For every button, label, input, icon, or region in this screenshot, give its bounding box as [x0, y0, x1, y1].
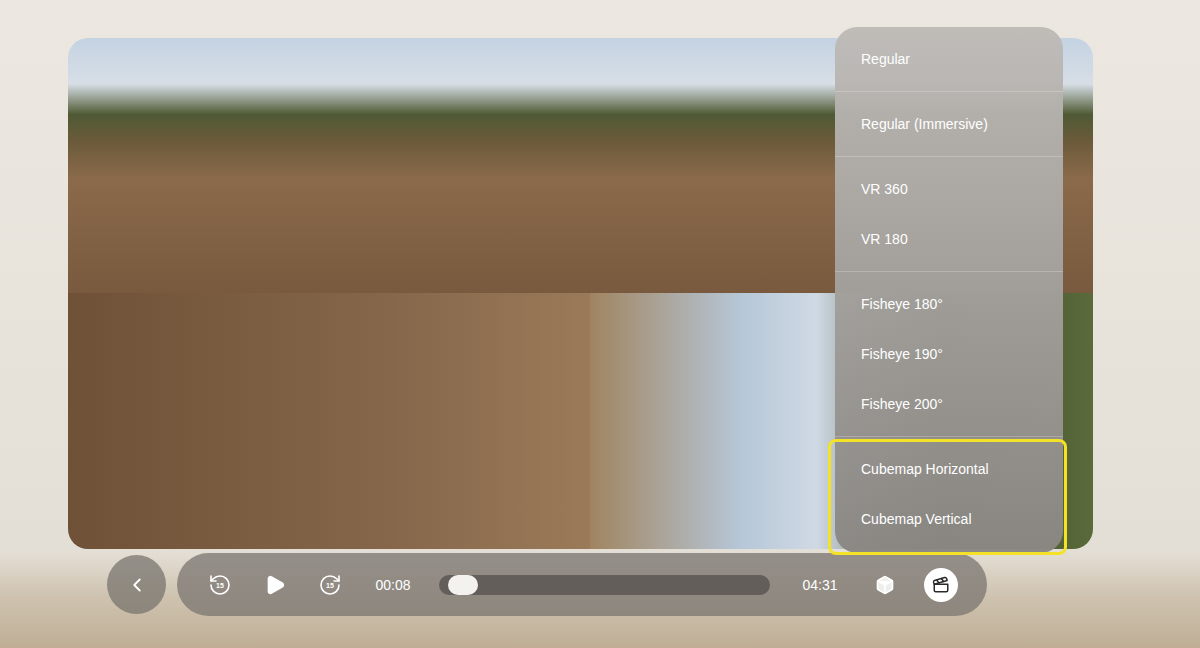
menu-item[interactable]: Cubemap Vertical: [835, 494, 1063, 544]
menu-item[interactable]: Fisheye 180°: [835, 279, 1063, 329]
cube-icon: [875, 575, 895, 595]
playback-bar: 15 15 00:08 04:31: [177, 553, 987, 616]
progress-slider[interactable]: [439, 575, 770, 595]
menu-group: Fisheye 180°Fisheye 190°Fisheye 200°: [835, 271, 1063, 436]
projection-menu: RegularRegular (Immersive)VR 360VR 180Fi…: [835, 27, 1063, 553]
cubemap-bottom-left-face: [68, 293, 590, 549]
menu-item[interactable]: VR 360: [835, 164, 1063, 214]
skip-back-label: 15: [216, 581, 224, 588]
skip-forward-label: 15: [326, 581, 334, 588]
menu-item[interactable]: Cubemap Horizontal: [835, 444, 1063, 494]
play-button[interactable]: [258, 568, 292, 602]
skip-back-button[interactable]: 15: [203, 568, 237, 602]
room-scene: 15 15 00:08 04:31 Regular Regular (Immersive)…: [0, 0, 1200, 648]
menu-group: VR 360VR 180: [835, 156, 1063, 271]
back-button[interactable]: [107, 555, 166, 614]
menu-item[interactable]: Regular (Immersive): [835, 99, 1063, 149]
menu-group: Regular: [835, 27, 1063, 91]
skip-forward-button[interactable]: 15: [313, 568, 347, 602]
menu-group: Regular (Immersive): [835, 91, 1063, 156]
menu-group: Cubemap HorizontalCubemap Vertical: [835, 436, 1063, 551]
menu-item[interactable]: Regular: [835, 34, 1063, 84]
elapsed-time: 00:08: [369, 577, 417, 593]
progress-thumb[interactable]: [448, 575, 478, 595]
menu-item[interactable]: Fisheye 190°: [835, 329, 1063, 379]
immersive-button[interactable]: [868, 568, 902, 602]
chevron-left-icon: [126, 574, 148, 596]
view-mode-button[interactable]: [924, 568, 958, 602]
menu-item[interactable]: VR 180: [835, 214, 1063, 264]
duration-time: 04:31: [796, 577, 844, 593]
menu-item[interactable]: Fisheye 200°: [835, 379, 1063, 429]
controls-row: 15 15 00:08 04:31: [0, 553, 1200, 616]
view-mode-icon: [932, 576, 950, 594]
play-icon: [264, 574, 286, 596]
